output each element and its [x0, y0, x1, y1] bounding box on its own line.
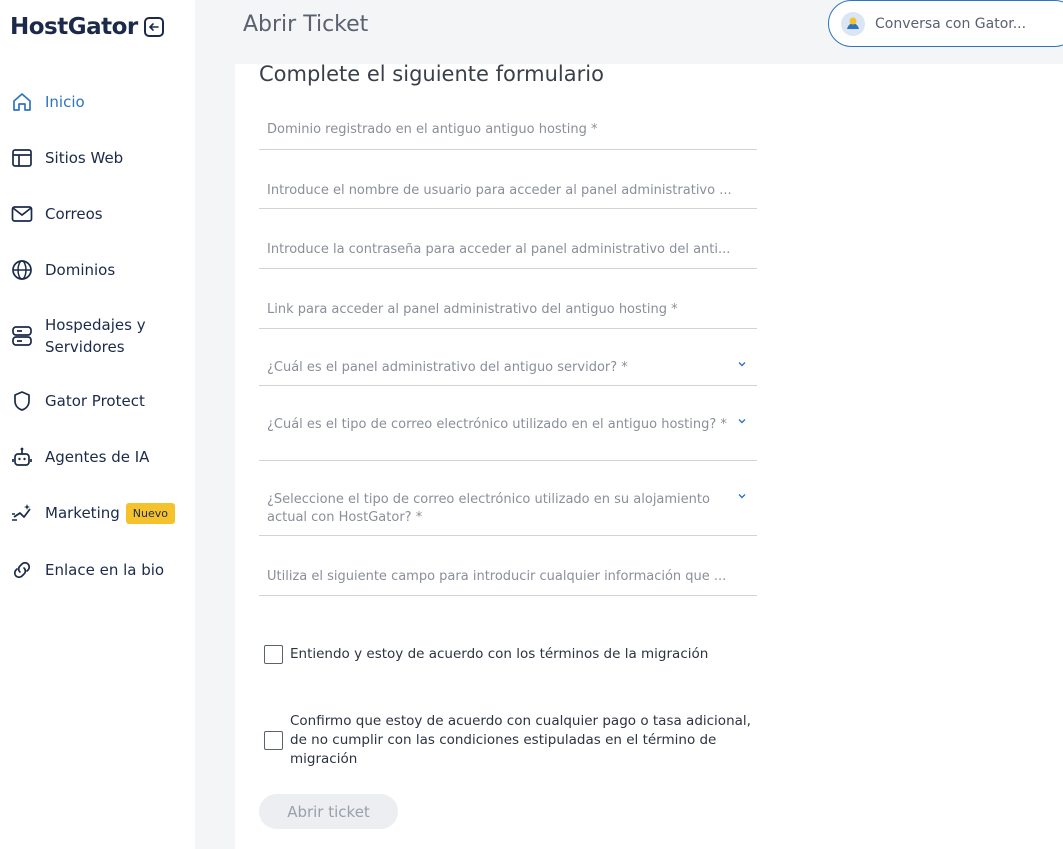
sidebar-item-hospedajes[interactable]: Hospedajes y Servidores	[10, 313, 190, 358]
shield-icon	[14, 391, 30, 411]
terms-checkbox-label: Entiendo y estoy de acuerdo con los térm…	[290, 646, 709, 662]
field-placeholder: Dominio registrado en el antiguo antiguo…	[267, 122, 598, 137]
password-field[interactable]: Introduce la contraseña para acceder al …	[259, 231, 757, 269]
fees-checkbox-label: Confirmo que estoy de acuerdo con cualqu…	[290, 713, 751, 767]
sidebar-item-marketing[interactable]: Marketing Nuevo	[10, 501, 190, 525]
sparkle-rocket-icon	[12, 504, 31, 521]
terms-checkbox-row[interactable]: Entiendo y estoy de acuerdo con los térm…	[264, 645, 708, 664]
robot-icon	[12, 447, 32, 466]
sidebar-item-gator-protect[interactable]: Gator Protect	[10, 389, 190, 413]
new-email-type-select[interactable]: ¿Seleccione el tipo de correo electrónic…	[259, 481, 757, 536]
field-placeholder: Introduce el nombre de usuario para acce…	[267, 183, 732, 198]
additional-info-field[interactable]: Utiliza el siguiente campo para introduc…	[259, 558, 757, 596]
sidebar-item-label: Inicio	[45, 93, 85, 111]
sidebar-item-agentes-ia[interactable]: Agentes de IA	[10, 445, 190, 469]
new-badge: Nuevo	[125, 503, 175, 524]
chevron-down-icon	[738, 362, 746, 367]
domain-field[interactable]: Dominio registrado en el antiguo antiguo…	[259, 112, 757, 150]
page-title: Abrir Ticket	[243, 12, 369, 37]
sidebar-item-label: Enlace en la bio	[45, 561, 165, 579]
sidebar-item-label: Marketing	[45, 504, 120, 522]
chat-with-gator-button[interactable]: Conversa con Gator...	[828, 0, 1063, 47]
chat-label: Conversa con Gator...	[875, 15, 1027, 32]
sidebar-item-label: Correos	[45, 205, 103, 223]
logo-row: HostGator	[10, 14, 164, 40]
field-placeholder: Utiliza el siguiente campo para introduc…	[267, 569, 727, 584]
field-placeholder: Introduce la contraseña para acceder al …	[267, 242, 731, 257]
chevron-down-icon	[738, 494, 746, 499]
username-field[interactable]: Introduce el nombre de usuario para acce…	[259, 172, 757, 209]
home-icon	[13, 93, 31, 111]
sidebar-item-dominios[interactable]: Dominios	[10, 258, 190, 282]
chevron-down-icon	[738, 419, 746, 424]
fees-checkbox-row[interactable]: Confirmo que estoy de acuerdo con cualqu…	[264, 712, 760, 769]
sidebar-item-label: Dominios	[45, 261, 116, 279]
layout-icon	[12, 149, 32, 167]
gator-avatar-icon	[841, 11, 865, 36]
form-title: Complete el siguiente formulario	[259, 62, 604, 86]
terms-checkbox[interactable]	[264, 645, 283, 664]
sidebar-item-label: Hospedajes y Servidores	[45, 316, 146, 356]
sidebar: HostGator Inicio Sitios Web Correos Domi…	[0, 0, 195, 849]
sidebar-item-inicio[interactable]: Inicio	[10, 90, 190, 114]
link-icon	[13, 561, 31, 579]
globe-icon	[12, 260, 32, 280]
field-placeholder: ¿Cuál es el tipo de correo electrónico u…	[267, 417, 727, 432]
field-placeholder: ¿Seleccione el tipo de correo electrónic…	[267, 492, 710, 525]
field-placeholder: ¿Cuál es el panel administrativo del ant…	[267, 360, 628, 375]
old-panel-select[interactable]: ¿Cuál es el panel administrativo del ant…	[259, 349, 757, 386]
mail-icon	[11, 206, 33, 222]
sidebar-item-label: Gator Protect	[45, 392, 145, 410]
sidebar-item-enlace-bio[interactable]: Enlace en la bio	[10, 558, 190, 582]
sidebar-item-correos[interactable]: Correos	[10, 202, 190, 226]
hostgator-logo[interactable]: HostGator	[10, 14, 138, 40]
collapse-sidebar-icon[interactable]	[143, 17, 164, 37]
top-bar: Abrir Ticket Conversa con Gator...	[195, 0, 1063, 64]
sidebar-item-label: Agentes de IA	[45, 448, 150, 466]
ticket-form-panel: Complete el siguiente formulario Dominio…	[235, 62, 1063, 849]
sidebar-item-sitios-web[interactable]: Sitios Web	[10, 146, 190, 170]
open-ticket-button[interactable]: Abrir ticket	[259, 794, 398, 829]
old-email-type-select[interactable]: ¿Cuál es el tipo de correo electrónico u…	[259, 406, 757, 461]
field-placeholder: Link para acceder al panel administrativ…	[267, 302, 678, 317]
admin-link-field[interactable]: Link para acceder al panel administrativ…	[259, 291, 757, 329]
sidebar-item-label: Sitios Web	[45, 149, 124, 167]
fees-checkbox[interactable]	[264, 731, 283, 750]
server-icon	[12, 326, 32, 346]
